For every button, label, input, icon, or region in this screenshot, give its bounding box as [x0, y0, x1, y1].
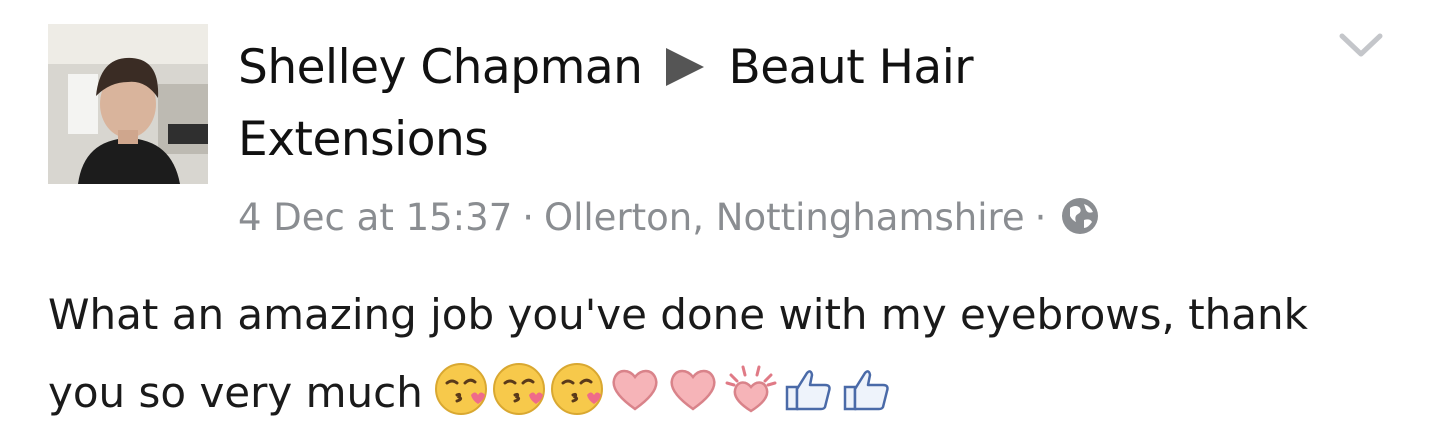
post-body: What an amazing job you've done with my … [48, 276, 1388, 432]
kissing-face-with-heart-icon [492, 363, 545, 415]
chevron-down-icon[interactable] [1338, 30, 1384, 60]
thumbs-up-icon [843, 370, 889, 411]
post-header: Shelley Chapman Beaut Hair Extensions [238, 32, 1138, 176]
separator-dot: · [522, 196, 534, 239]
author-name[interactable]: Shelley Chapman [238, 40, 643, 95]
globe-icon[interactable] [1060, 196, 1100, 250]
thumbs-up-icon [785, 370, 831, 411]
heart-icon [612, 369, 658, 411]
kissing-face-with-heart-icon [434, 363, 487, 415]
post-card: Shelley Chapman Beaut Hair Extensions 4 D… [0, 0, 1440, 437]
separator-dot: · [1034, 196, 1047, 239]
heart-icon [670, 369, 716, 411]
post-meta: 4 Dec at 15:37 · Ollerton, Nottinghamshire… [238, 192, 1100, 250]
location[interactable]: Ollerton, Nottinghamshire [544, 196, 1025, 239]
avatar[interactable] [48, 24, 208, 184]
play-arrow-icon [666, 47, 705, 86]
timestamp[interactable]: 4 Dec at 15:37 [238, 196, 512, 239]
growing-heart-icon [725, 365, 777, 413]
kissing-face-with-heart-icon [550, 363, 603, 415]
emoji-row [433, 361, 897, 417]
